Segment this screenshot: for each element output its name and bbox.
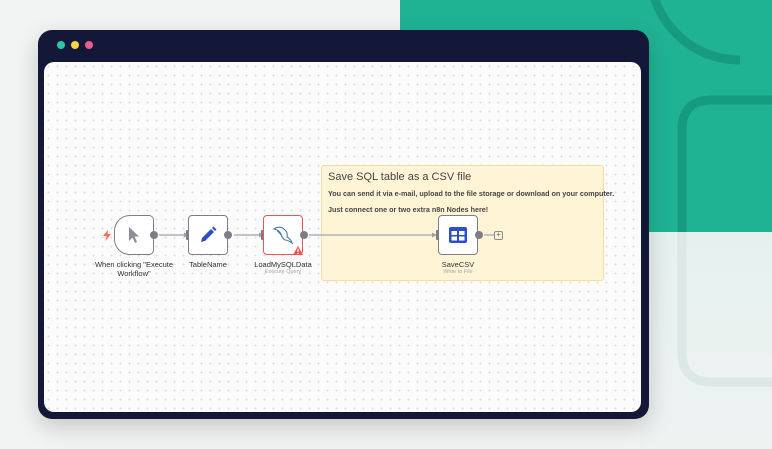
node-trigger-label-line1: When clicking "Execute bbox=[94, 260, 174, 269]
node-tablename-label: TableName bbox=[189, 260, 227, 269]
savecsv-output-handle[interactable] bbox=[475, 231, 483, 239]
node-trigger-label-line2: Workflow" bbox=[117, 269, 151, 278]
node-tablename[interactable] bbox=[188, 215, 228, 255]
window-dot-pink[interactable] bbox=[85, 41, 93, 49]
node-loadmysql-subtitle: Execute Query bbox=[264, 269, 302, 275]
mysql-dolphin-icon bbox=[272, 226, 293, 245]
node-trigger[interactable] bbox=[114, 215, 154, 255]
add-node-plus-icon[interactable]: + bbox=[494, 231, 503, 240]
trigger-output-handle[interactable] bbox=[150, 231, 158, 239]
window-dot-green[interactable] bbox=[57, 41, 65, 49]
workflow-canvas[interactable]: Save SQL table as a CSV file You can sen… bbox=[44, 62, 641, 412]
node-savecsv-subtitle: Write to File bbox=[443, 269, 473, 275]
table-icon bbox=[449, 227, 467, 243]
cursor-icon bbox=[129, 227, 139, 243]
window-dot-yellow[interactable] bbox=[71, 41, 79, 49]
node-loadmysql-label: LoadMySQLData bbox=[254, 260, 312, 269]
trigger-bolt-icon bbox=[103, 230, 111, 241]
warning-icon[interactable] bbox=[293, 246, 303, 255]
tablename-output-handle[interactable] bbox=[224, 231, 232, 239]
pencil-icon bbox=[201, 226, 217, 242]
app-window: Save SQL table as a CSV file You can sen… bbox=[38, 30, 649, 419]
loadmysql-output-handle[interactable] bbox=[300, 231, 308, 239]
background-lower-panel bbox=[640, 232, 772, 449]
node-trigger-label: When clicking "Execute Workflow" bbox=[89, 260, 179, 278]
node-savecsv[interactable] bbox=[438, 215, 478, 255]
node-savecsv-label: SaveCSV bbox=[441, 260, 475, 269]
